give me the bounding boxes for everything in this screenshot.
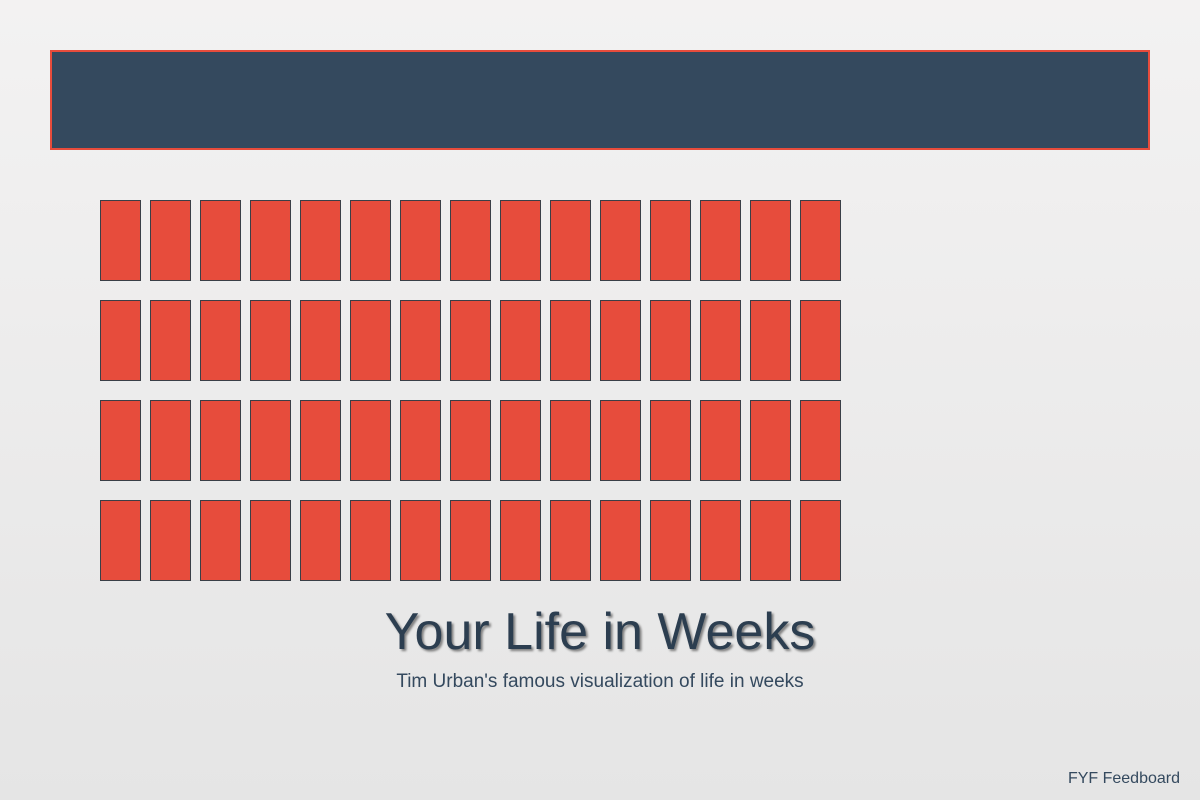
week-cell [300,500,341,581]
week-cell [750,200,791,281]
week-cell [800,200,841,281]
weeks-grid [100,200,841,581]
week-cell [350,400,391,481]
week-cell [450,200,491,281]
week-cell [700,500,741,581]
week-cell [400,300,441,381]
week-cell [100,300,141,381]
week-cell [500,200,541,281]
header-banner [50,50,1150,150]
week-cell [750,300,791,381]
week-cell [150,200,191,281]
week-cell [300,300,341,381]
week-cell [400,500,441,581]
week-cell [100,500,141,581]
week-cell [550,400,591,481]
week-cell [650,300,691,381]
week-cell [800,300,841,381]
page-title: Your Life in Weeks [384,603,816,661]
week-cell [800,500,841,581]
week-cell [800,400,841,481]
week-cell [700,200,741,281]
week-cell [650,400,691,481]
week-cell [150,400,191,481]
week-cell [600,500,641,581]
week-cell [300,200,341,281]
week-cell [650,200,691,281]
week-cell [350,200,391,281]
week-cell [100,400,141,481]
week-cell [450,300,491,381]
week-cell [250,300,291,381]
week-cell [350,300,391,381]
week-cell [500,400,541,481]
week-cell [550,500,591,581]
week-cell [200,500,241,581]
week-cell [700,300,741,381]
week-cell [550,200,591,281]
week-cell [450,400,491,481]
week-cell [350,500,391,581]
week-cell [150,300,191,381]
week-cell [100,200,141,281]
footer-brand: FYF Feedboard [1067,770,1180,787]
week-cell [200,200,241,281]
week-cell [650,500,691,581]
week-cell [600,200,641,281]
week-cell [150,500,191,581]
week-cell [250,200,291,281]
page-subtitle: Tim Urban's famous visualization of life… [396,671,804,692]
week-cell [300,400,341,481]
week-cell [450,500,491,581]
week-cell [200,300,241,381]
week-cell [200,400,241,481]
week-cell [750,500,791,581]
week-cell [400,400,441,481]
week-cell [750,400,791,481]
week-cell [500,500,541,581]
week-cell [600,300,641,381]
week-cell [700,400,741,481]
week-cell [600,400,641,481]
week-cell [250,400,291,481]
week-cell [400,200,441,281]
week-cell [250,500,291,581]
week-cell [500,300,541,381]
week-cell [550,300,591,381]
